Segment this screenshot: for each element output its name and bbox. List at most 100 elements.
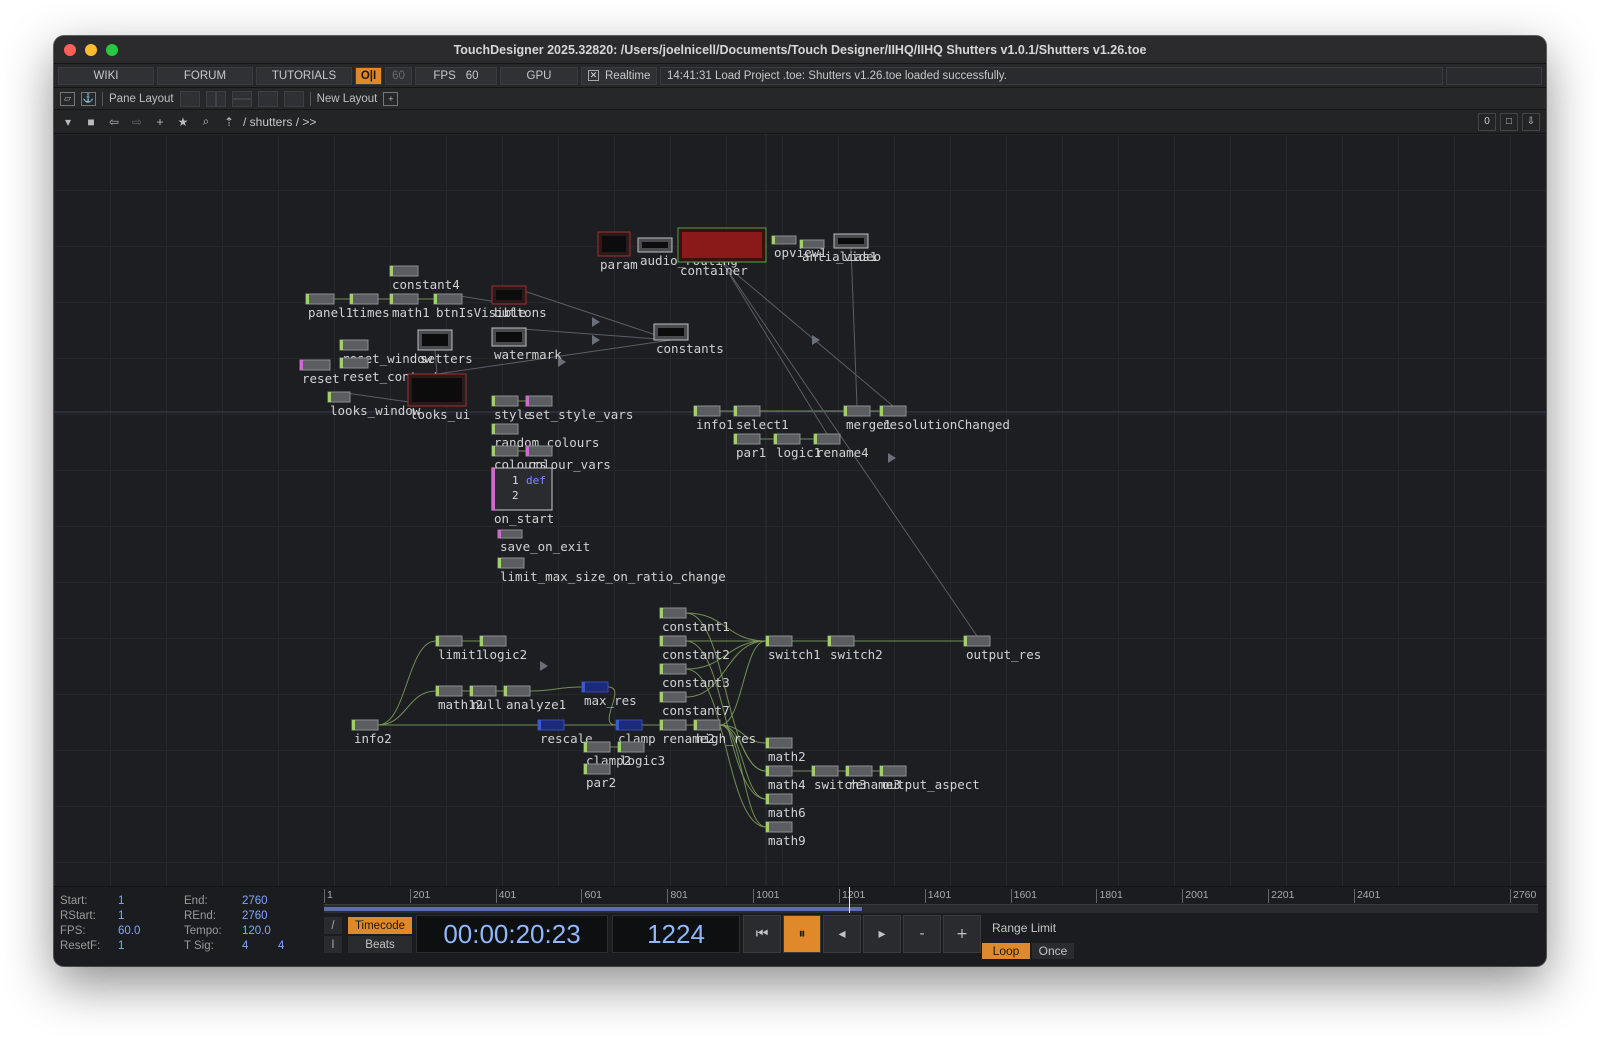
gpu-button[interactable]: GPU (500, 66, 578, 85)
frame-readout[interactable]: 1224 (612, 915, 740, 953)
node-par1[interactable]: par1 (733, 433, 766, 460)
node-switch2[interactable]: switch2 (827, 635, 883, 662)
layout-three-icon[interactable] (257, 90, 278, 107)
search-icon[interactable]: ⌕ (197, 113, 215, 131)
tsig-denominator[interactable]: 4 (278, 940, 284, 952)
node-math4[interactable]: math4 (765, 765, 806, 792)
node-constant4[interactable]: constant4 (389, 265, 460, 292)
perform-mode-button[interactable]: O|I (355, 66, 382, 85)
timeline-playhead[interactable] (848, 887, 850, 913)
tutorials-button[interactable]: TUTORIALS (256, 66, 352, 85)
node-buttons[interactable]: buttons (491, 285, 547, 320)
node--video[interactable]: _video (833, 233, 881, 264)
star-icon[interactable]: ★ (174, 113, 192, 131)
i-button[interactable]: I (324, 936, 342, 953)
node-looks-window[interactable]: looks_window (327, 391, 421, 418)
node-analyze1[interactable]: analyze1 (503, 685, 566, 712)
new-layout-label[interactable]: New Layout (317, 93, 378, 105)
slash-button[interactable]: / (324, 917, 342, 934)
node-setters[interactable]: setters (417, 329, 473, 366)
layout-four-icon[interactable] (283, 90, 304, 107)
tempo-value[interactable]: 120.0 (242, 925, 271, 937)
timecode-button[interactable]: Timecode (348, 917, 412, 934)
step-forward-button[interactable]: ▸ (863, 915, 901, 953)
close-window-button[interactable] (64, 44, 76, 56)
start-value[interactable]: 1 (118, 895, 184, 907)
decrement-button[interactable]: - (903, 915, 941, 953)
node-set-style-vars[interactable]: set_style_vars (525, 395, 633, 422)
anchor-icon[interactable]: ⚓ (81, 91, 96, 106)
realtime-checkbox-icon[interactable]: ✕ (588, 70, 599, 81)
image-pane-icon[interactable]: ▱ (60, 91, 75, 106)
fps-value[interactable]: 60.0 (118, 925, 184, 937)
parent-network-icon[interactable]: ⇡ (220, 113, 238, 131)
node-select1[interactable]: select1 (733, 405, 789, 432)
node-param[interactable]: param (597, 231, 638, 272)
node-max-res[interactable]: max_res (581, 681, 637, 708)
node-output-aspect[interactable]: output_aspect (879, 765, 980, 792)
maximize-window-button[interactable] (106, 44, 118, 56)
node-save-on-exit[interactable]: save_on_exit (497, 529, 590, 554)
node-output-res[interactable]: output_res (963, 635, 1041, 662)
forward-arrow-icon[interactable]: ⇨ (128, 113, 146, 131)
node-label: looks_window (330, 403, 421, 418)
fps-indicator[interactable]: FPS 60 (415, 66, 497, 85)
realtime-toggle[interactable]: ✕ Realtime (581, 66, 657, 85)
forum-button[interactable]: FORUM (157, 66, 253, 85)
node-reset[interactable]: reset (299, 359, 340, 386)
node-constant2[interactable]: constant2 (659, 635, 730, 662)
rend-value[interactable]: 2760 (242, 910, 268, 922)
node-math6[interactable]: math6 (765, 793, 806, 820)
timecode-readout[interactable]: 00:00:20:23 (416, 915, 608, 953)
index-value[interactable]: 0 (1478, 112, 1496, 131)
timeline-scrub-bar[interactable] (324, 905, 1538, 913)
node-logic3[interactable]: logic3 (617, 741, 665, 768)
node-times[interactable]: times (349, 293, 390, 320)
node-info1[interactable]: info1 (693, 405, 734, 432)
add-icon[interactable]: + (151, 113, 169, 131)
node-constants[interactable]: constants (653, 323, 724, 356)
increment-button[interactable]: + (943, 915, 981, 953)
node-watermark[interactable]: watermark (491, 327, 562, 362)
layout-split-horizontal-icon[interactable] (231, 90, 252, 107)
node-panel1[interactable]: panel1 (305, 293, 353, 320)
node-null[interactable]: null (469, 685, 502, 712)
maximize-pane-icon[interactable]: □ (1500, 112, 1518, 131)
network-graph[interactable]: paramaudio_routingcontaineropview1antial… (54, 134, 1546, 886)
network-editor[interactable]: paramaudio_routingcontaineropview1antial… (54, 134, 1546, 886)
add-layout-button[interactable]: + (383, 91, 399, 106)
node-container[interactable]: container (677, 227, 767, 278)
node-switch1[interactable]: switch1 (765, 635, 821, 662)
node-math9[interactable]: math9 (765, 821, 806, 848)
loop-button[interactable]: Loop (982, 943, 1030, 959)
node-logic2[interactable]: logic2 (479, 635, 527, 662)
node-math1[interactable]: math1 (389, 293, 430, 320)
once-button[interactable]: Once (1032, 943, 1074, 959)
step-back-button[interactable]: ◂ (823, 915, 861, 953)
minimize-window-button[interactable] (85, 44, 97, 56)
resetf-value[interactable]: 1 (118, 940, 184, 952)
node-looks-ui[interactable]: looks_ui (407, 373, 470, 422)
download-icon[interactable]: ⇩ (1522, 112, 1540, 131)
node-label: analyze1 (506, 697, 566, 712)
wiki-button[interactable]: WIKI (58, 66, 154, 85)
stop-icon[interactable]: ■ (82, 113, 100, 131)
layout-single-icon[interactable] (179, 90, 200, 107)
end-value[interactable]: 2760 (242, 895, 268, 907)
node-on-start[interactable]: 1 def 2 on_start (491, 467, 554, 526)
node-limit1[interactable]: limit1 (435, 635, 483, 662)
tsig-numerator[interactable]: 4 (242, 940, 278, 952)
beats-button[interactable]: Beats (348, 936, 412, 953)
rewind-to-start-button[interactable]: ⏮ (743, 915, 781, 953)
chevron-down-icon[interactable]: ▾ (59, 113, 77, 131)
node-math2[interactable]: math2 (765, 737, 806, 764)
node-resolutionchanged[interactable]: resolutionChanged (879, 405, 1010, 432)
node-constant1[interactable]: constant1 (659, 607, 730, 634)
node-limit-max-size-on-ratio-change[interactable]: limit_max_size_on_ratio_change (497, 557, 726, 584)
layout-split-vertical-icon[interactable] (205, 90, 226, 107)
timeline-ruler[interactable]: 1 201 401 601 801 1001 1201 1401 1601 1801 2001 220… (324, 887, 1538, 905)
back-arrow-icon[interactable]: ⇦ (105, 113, 123, 131)
network-path[interactable]: / shutters / >> (243, 115, 316, 129)
rstart-value[interactable]: 1 (118, 910, 184, 922)
pause-button[interactable]: ⏸ (783, 915, 821, 953)
